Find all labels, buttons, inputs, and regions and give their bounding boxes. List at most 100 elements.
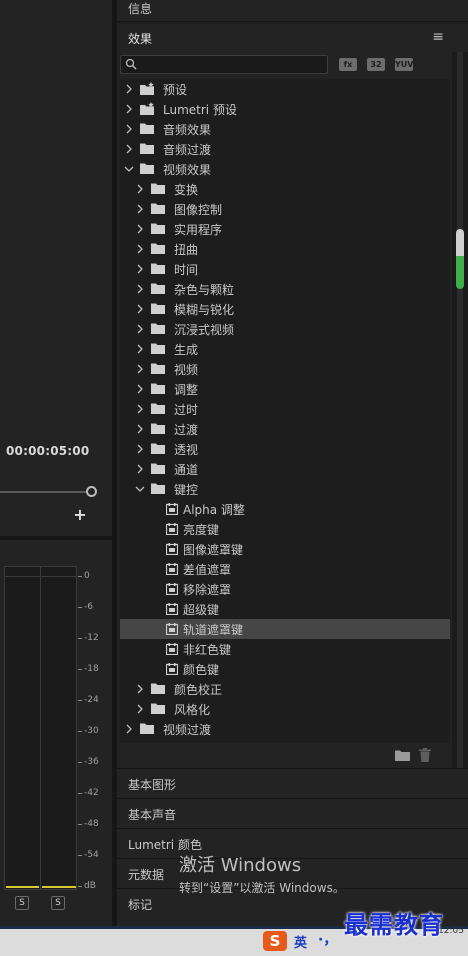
effect-folder-item[interactable]: 生成 — [120, 339, 450, 359]
effect-item[interactable]: 差值遮罩 — [120, 559, 450, 579]
yuv-effects-filter-button[interactable]: YUV — [395, 58, 413, 71]
folder-icon — [151, 223, 165, 234]
playhead-handle[interactable] — [86, 486, 97, 497]
effect-folder-item[interactable]: 沉浸式视频 — [120, 319, 450, 339]
timecode-display[interactable]: 00:00:05:00 — [6, 444, 89, 458]
chevron-right-icon[interactable] — [124, 124, 134, 134]
search-icon — [125, 58, 137, 70]
add-button[interactable]: + — [72, 507, 88, 523]
effect-item[interactable]: Alpha 调整 — [120, 499, 450, 519]
chevron-right-icon[interactable] — [135, 284, 145, 294]
folder-icon — [140, 163, 154, 174]
chevron-right-icon[interactable] — [135, 464, 145, 474]
meter-scale-tick — [78, 762, 82, 763]
effect-folder-item[interactable]: 透视 — [120, 439, 450, 459]
effect-folder-item[interactable]: 过时 — [120, 399, 450, 419]
solo-left-button[interactable]: S — [15, 896, 29, 910]
chevron-right-icon[interactable] — [135, 364, 145, 374]
folder-icon — [151, 403, 165, 414]
chevron-right-icon[interactable] — [135, 324, 145, 334]
lumetri-color-panel-tab[interactable]: Lumetri 颜色 — [117, 828, 468, 858]
effects-tree: 预设 Lumetri 预设 音频效果 音频过渡 视频效果变换图像控制 实用程序 扭曲 时间 杂色… — [120, 79, 450, 743]
essential-graphics-panel-tab[interactable]: 基本图形 — [117, 768, 468, 798]
scrub-track[interactable] — [0, 491, 90, 493]
effect-item[interactable]: 非红色键 — [120, 639, 450, 659]
folder-icon — [140, 123, 154, 134]
chevron-right-icon[interactable] — [135, 404, 145, 414]
effect-tree-label: 预设 — [163, 83, 188, 97]
metadata-panel-tab[interactable]: 元数据 — [117, 858, 468, 888]
effect-folder-item[interactable]: 视频过渡 — [120, 719, 450, 739]
chevron-down-icon[interactable] — [135, 484, 145, 494]
chevron-right-icon[interactable] — [135, 444, 145, 454]
effect-folder-item[interactable]: 音频过渡 — [120, 139, 450, 159]
essential-sound-panel-tab[interactable]: 基本声音 — [117, 798, 468, 828]
folder-icon — [151, 343, 165, 354]
meter-scale-label: -42 — [84, 788, 99, 798]
effects-scrollbar[interactable] — [452, 52, 468, 768]
effect-folder-item[interactable]: 预设 — [120, 79, 450, 99]
effect-tree-label: 变换 — [174, 183, 199, 197]
effect-folder-item[interactable]: 通道 — [120, 459, 450, 479]
info-panel-header[interactable]: 信息 — [117, 0, 468, 22]
chevron-right-icon[interactable] — [135, 704, 145, 714]
scroll-track[interactable] — [457, 52, 463, 768]
effect-folder-item[interactable]: 过渡 — [120, 419, 450, 439]
effect-folder-item[interactable]: 杂色与颗粒 — [120, 279, 450, 299]
ime-language-indicator[interactable]: 英 — [294, 932, 307, 951]
chevron-right-icon[interactable] — [124, 84, 134, 94]
effect-item[interactable]: 移除遮罩 — [120, 579, 450, 599]
folder-icon — [151, 463, 165, 474]
audio-meter — [4, 566, 77, 890]
folder-icon — [151, 183, 165, 194]
effect-folder-item[interactable]: 实用程序 — [120, 219, 450, 239]
scroll-thumb[interactable] — [456, 229, 464, 289]
chevron-right-icon[interactable] — [135, 344, 145, 354]
ime-logo-icon[interactable]: S — [263, 931, 287, 951]
32bit-effects-filter-button[interactable]: 32 — [367, 58, 385, 71]
effect-folder-item[interactable]: 视频 — [120, 359, 450, 379]
effect-tree-label: 键控 — [174, 483, 199, 497]
effect-item[interactable]: 超级键 — [120, 599, 450, 619]
effect-folder-item[interactable]: 音频效果 — [120, 119, 450, 139]
effect-item[interactable]: 亮度键 — [120, 519, 450, 539]
effect-folder-item[interactable]: Lumetri 预设 — [120, 99, 450, 119]
effect-folder-item[interactable]: 颜色校正 — [120, 679, 450, 699]
accelerated-effects-filter-button[interactable]: fx — [339, 58, 357, 71]
chevron-right-icon[interactable] — [135, 204, 145, 214]
trash-icon[interactable] — [419, 748, 431, 762]
ime-punctuation-indicator[interactable]: ·， — [318, 929, 337, 949]
chevron-right-icon[interactable] — [135, 384, 145, 394]
effect-folder-item[interactable]: 风格化 — [120, 699, 450, 719]
panel-menu-icon[interactable]: ≡ — [432, 29, 444, 45]
effect-folder-item[interactable]: 模糊与锐化 — [120, 299, 450, 319]
effects-search-box[interactable] — [120, 55, 328, 74]
chevron-right-icon[interactable] — [135, 224, 145, 234]
panel-tab-label: 基本图形 — [128, 778, 177, 792]
effect-item[interactable]: 图像遮罩键 — [120, 539, 450, 559]
chevron-right-icon[interactable] — [124, 144, 134, 154]
search-input[interactable] — [141, 57, 325, 72]
effect-folder-item[interactable]: 调整 — [120, 379, 450, 399]
effect-folder-item[interactable]: 图像控制 — [120, 199, 450, 219]
effect-folder-item[interactable]: 视频效果 — [120, 159, 450, 179]
effect-folder-item[interactable]: 扭曲 — [120, 239, 450, 259]
chevron-right-icon[interactable] — [135, 424, 145, 434]
chevron-down-icon[interactable] — [124, 164, 134, 174]
chevron-right-icon[interactable] — [135, 684, 145, 694]
new-folder-icon[interactable] — [395, 749, 410, 761]
chevron-right-icon[interactable] — [124, 104, 134, 114]
effect-item[interactable]: 轨道遮罩键 — [120, 619, 450, 639]
effect-folder-item[interactable]: 键控 — [120, 479, 450, 499]
effect-item[interactable]: 颜色键 — [120, 659, 450, 679]
chevron-right-icon[interactable] — [135, 184, 145, 194]
effect-folder-item[interactable]: 时间 — [120, 259, 450, 279]
meter-level-right — [42, 886, 76, 888]
solo-right-button[interactable]: S — [51, 896, 65, 910]
chevron-right-icon[interactable] — [135, 304, 145, 314]
chevron-right-icon[interactable] — [135, 264, 145, 274]
effect-folder-item[interactable]: 变换 — [120, 179, 450, 199]
chevron-right-icon[interactable] — [135, 244, 145, 254]
meter-scale-label: -54 — [84, 850, 99, 860]
chevron-right-icon[interactable] — [124, 724, 134, 734]
